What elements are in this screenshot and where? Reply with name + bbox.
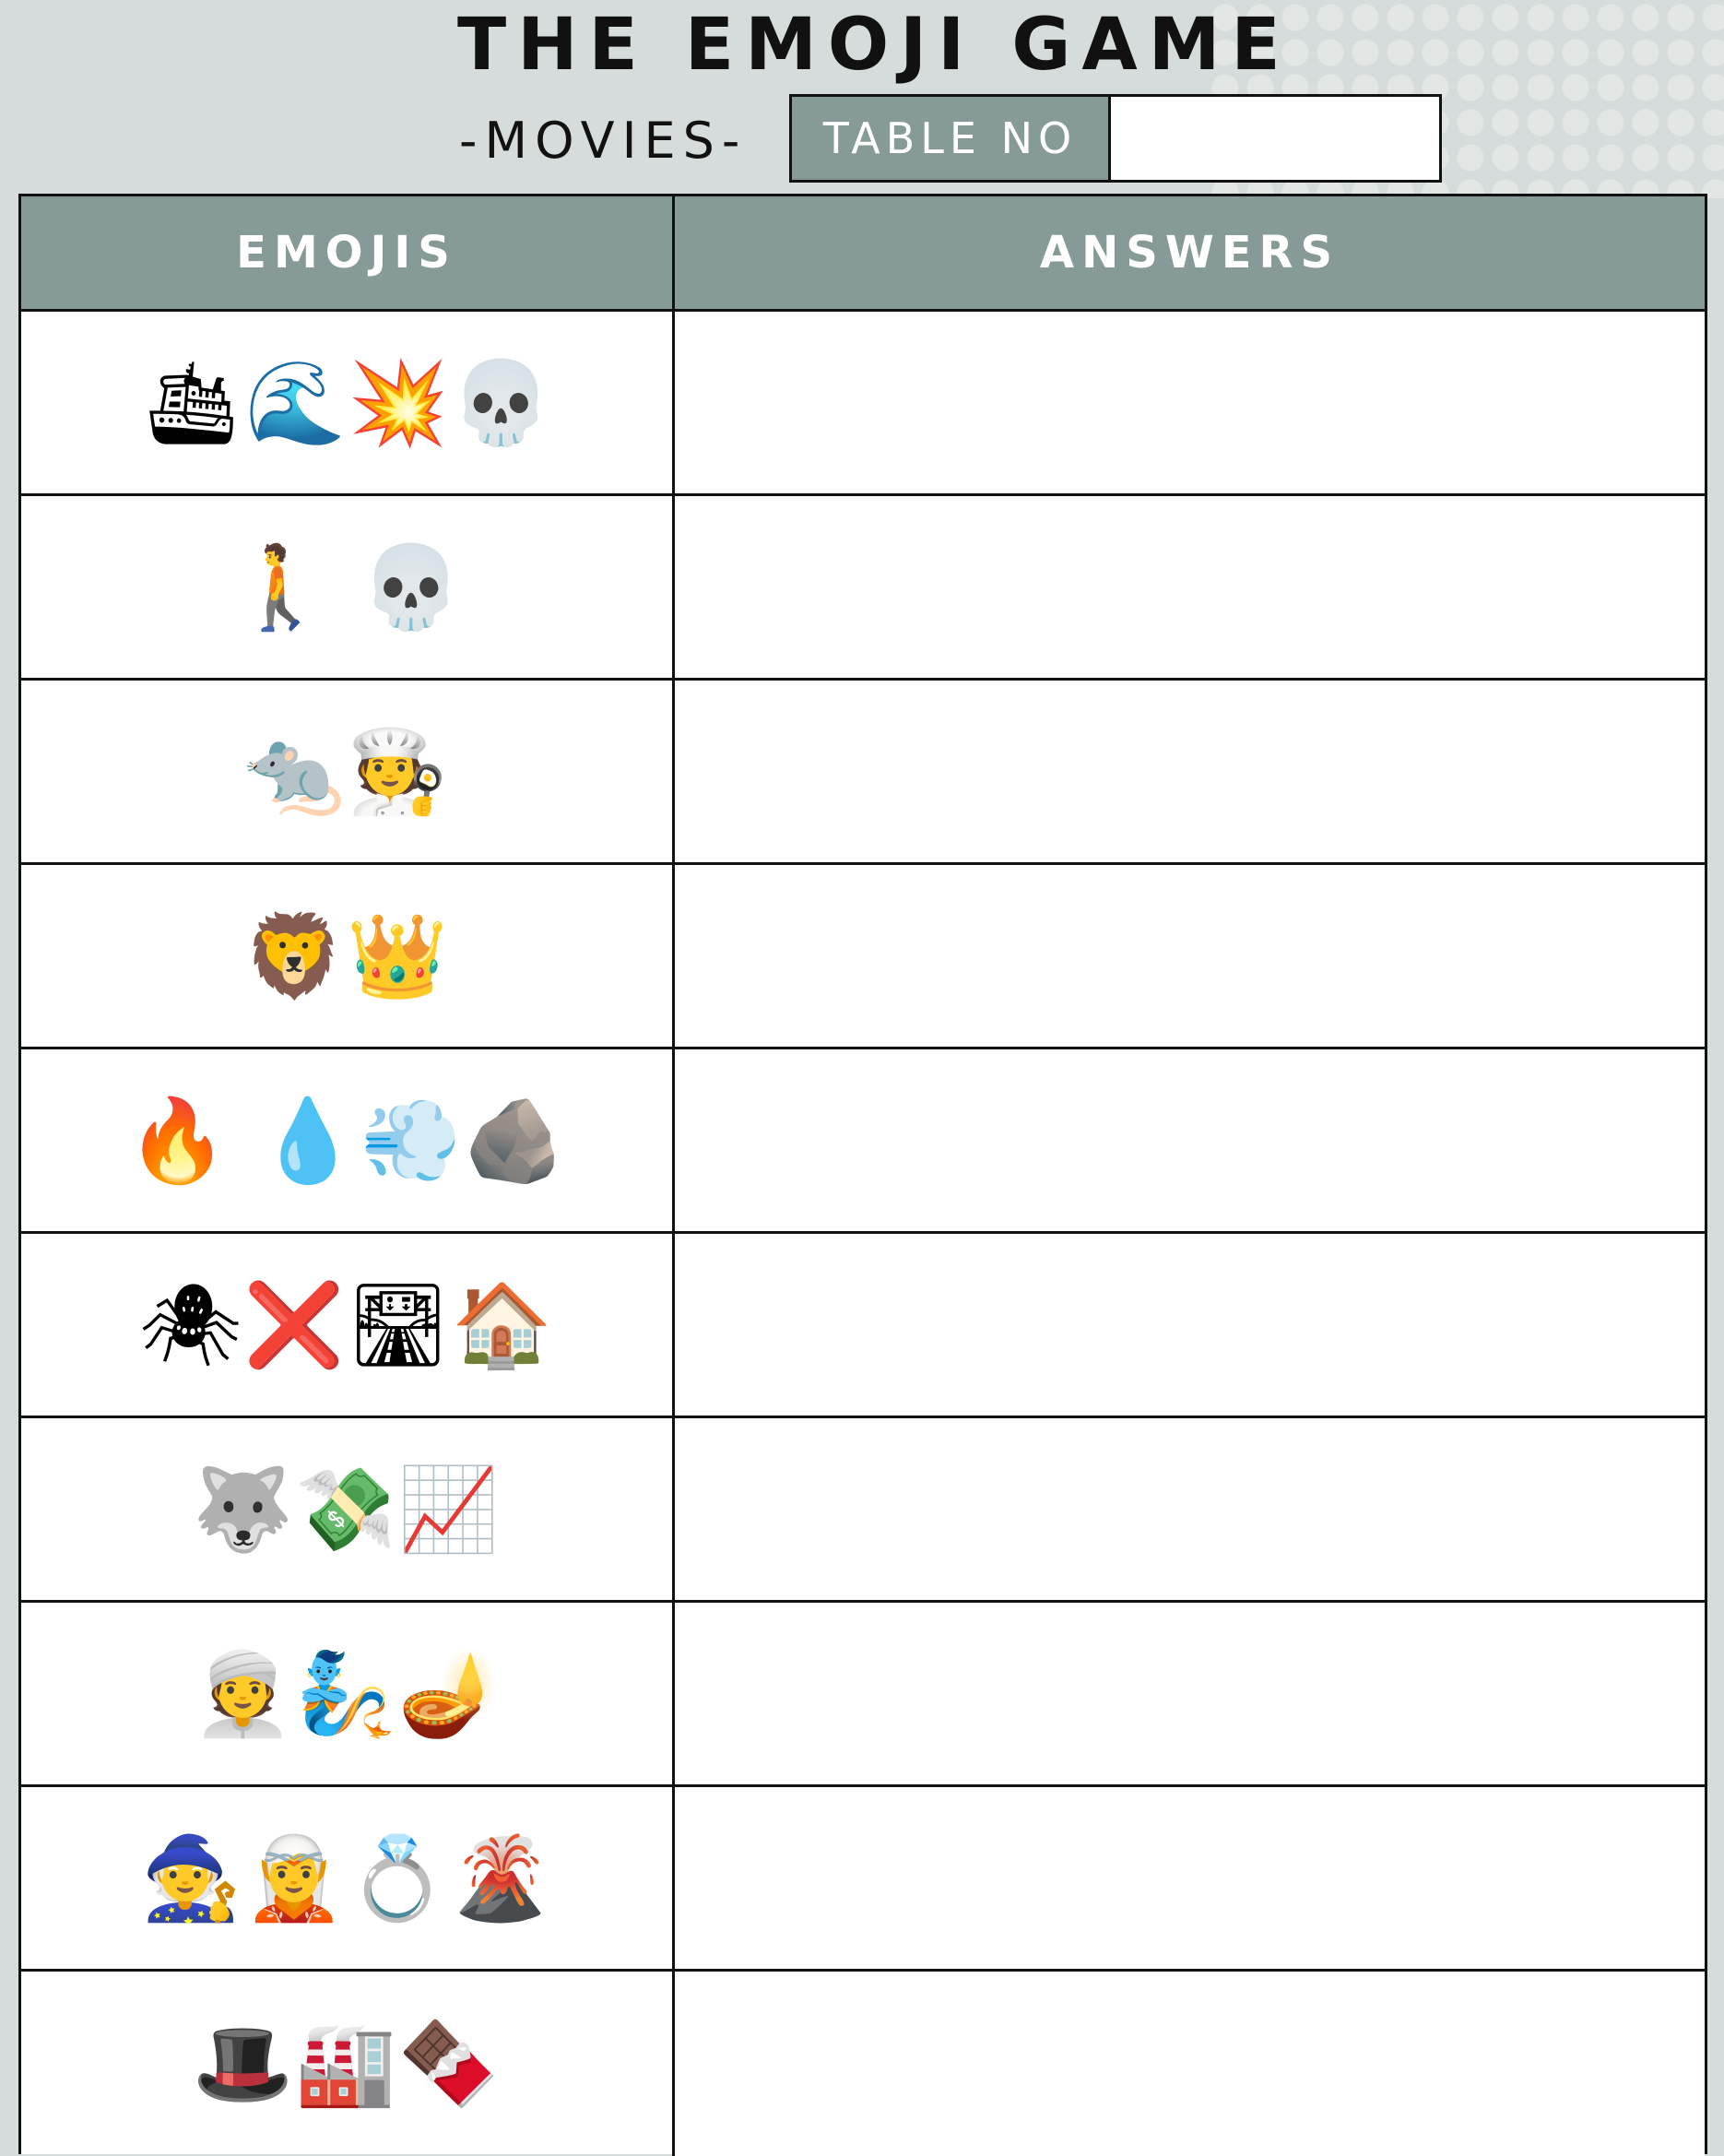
table-row: 🕷❌🛣🏠 (21, 1234, 1705, 1418)
answer-field[interactable] (675, 1972, 1705, 2156)
emoji-clue: 🦁👑 (21, 865, 675, 1047)
answer-field[interactable] (675, 1603, 1705, 1784)
grid-header-row: EMOJIS ANSWERS (21, 194, 1705, 312)
answer-field[interactable] (675, 1787, 1705, 1969)
table-row: 👳🧞🪔 (21, 1603, 1705, 1787)
emoji-clue: 🎩🏭🍫 (21, 1972, 675, 2156)
emoji-clue: 🚶 💀 (21, 496, 675, 678)
emoji-clue: 🧙🧝💍🌋 (21, 1787, 675, 1969)
page-subtitle: -MOVIES- (459, 112, 748, 170)
page-header: THE EMOJI GAME -MOVIES- TABLE NO (0, 0, 1724, 194)
table-row: 🛳🌊💥💀 (21, 312, 1705, 496)
answer-grid: EMOJIS ANSWERS 🛳🌊💥💀 🚶 💀 🐀🧑‍🍳 🦁👑 🔥 💧💨🪨 🕷❌… (18, 194, 1707, 2156)
emoji-clue: 🐀🧑‍🍳 (21, 681, 675, 862)
answer-field[interactable] (675, 865, 1705, 1047)
table-row: 🧙🧝💍🌋 (21, 1787, 1705, 1972)
table-number-label: TABLE NO (792, 97, 1111, 180)
answer-field[interactable] (675, 681, 1705, 862)
table-row: 🦁👑 (21, 865, 1705, 1049)
answer-field[interactable] (675, 312, 1705, 493)
answer-field[interactable] (675, 1049, 1705, 1231)
emoji-clue: 🔥 💧💨🪨 (21, 1049, 675, 1231)
page-title: THE EMOJI GAME (457, 4, 1292, 87)
emoji-clue: 👳🧞🪔 (21, 1603, 675, 1784)
table-row: 🚶 💀 (21, 496, 1705, 681)
emoji-clue: 🛳🌊💥💀 (21, 312, 675, 493)
emoji-clue: 🐺💸📈 (21, 1418, 675, 1600)
answer-field[interactable] (675, 1418, 1705, 1600)
emoji-clue: 🕷❌🛣🏠 (21, 1234, 675, 1416)
answers-column-header: ANSWERS (1039, 227, 1340, 278)
table-row: 🔥 💧💨🪨 (21, 1049, 1705, 1234)
table-number-field[interactable] (1111, 97, 1439, 180)
answer-field[interactable] (675, 496, 1705, 678)
table-number-box: TABLE NO (789, 94, 1442, 183)
table-row: 🐺💸📈 (21, 1418, 1705, 1603)
table-row: 🐀🧑‍🍳 (21, 681, 1705, 865)
answer-field[interactable] (675, 1234, 1705, 1416)
table-row: 🎩🏭🍫 (21, 1972, 1705, 2156)
emojis-column-header: EMOJIS (21, 196, 675, 309)
